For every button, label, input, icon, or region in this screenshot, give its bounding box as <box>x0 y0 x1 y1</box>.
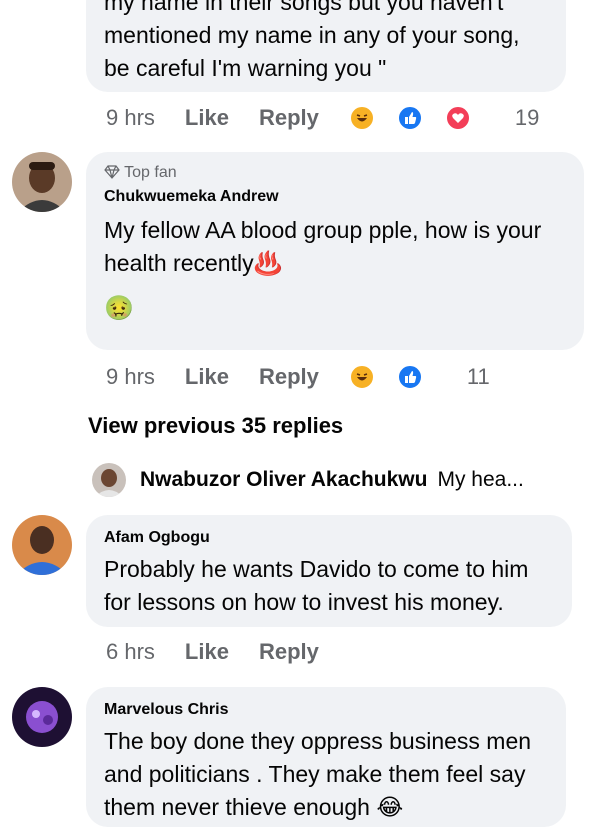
comment-text-line: for lessons on how to invest his money. <box>104 589 504 615</box>
reply-preview-author[interactable]: Nwabuzor Oliver Akachukwu <box>140 468 427 492</box>
comment-text-line: health recently♨️ <box>104 250 283 276</box>
comment-time: 9 hrs <box>106 364 155 389</box>
nauseated-emoji: 🤢 <box>104 295 134 322</box>
comment-bubble: Top fan Chukwuemeka Andrew My fellow AA … <box>86 152 584 350</box>
top-fan-badge: Top fan <box>104 162 566 186</box>
comment-bubble: Marvelous Chris The boy done they oppres… <box>86 687 566 827</box>
comment-actions: 6 hrs Like Reply <box>106 637 349 667</box>
comment-actions: 9 hrs Like Reply 19 <box>106 103 569 133</box>
like-icon <box>396 364 423 390</box>
comment-text-line: my name in their songs but you haven't <box>104 0 504 15</box>
comment-time: 6 hrs <box>106 639 155 664</box>
comment-text-line: My fellow AA blood group pple, how is yo… <box>104 217 542 243</box>
comment-bubble: Afam Ogbogu Probably he wants Davido to … <box>86 515 572 627</box>
comment-time: 9 hrs <box>106 105 155 130</box>
comment-text-line: mentioned my name in any of your song, <box>104 22 520 48</box>
avatar[interactable] <box>12 152 72 212</box>
view-previous-replies-link[interactable]: View previous 35 replies <box>88 413 343 439</box>
comment-text-line: be careful I'm warning you " <box>104 55 387 81</box>
avatar[interactable] <box>12 687 72 747</box>
avatar[interactable] <box>12 515 72 575</box>
comment-bubble: my name in their songs but you haven't m… <box>86 0 566 92</box>
like-button[interactable]: Like <box>185 105 229 131</box>
reply-button[interactable]: Reply <box>259 105 319 131</box>
reaction-count: 11 <box>466 364 490 389</box>
reaction-count: 19 <box>514 105 540 130</box>
reply-preview[interactable]: Nwabuzor Oliver Akachukwu My hea... <box>92 462 592 498</box>
love-icon <box>444 105 471 131</box>
diamond-icon <box>104 164 120 186</box>
comment-text-line: The boy done they oppress business men <box>104 728 532 754</box>
comment-text-line: and politicians . They make them feel sa… <box>104 761 526 787</box>
comment-text-line: Probably he wants Davido to come to him <box>104 556 529 582</box>
reactions-summary[interactable] <box>348 364 453 390</box>
haha-icon <box>348 105 375 131</box>
reply-button[interactable]: Reply <box>259 639 319 665</box>
like-icon <box>396 105 423 131</box>
comment-actions: 9 hrs Like Reply 11 <box>106 362 520 392</box>
comment-text-line: them never thieve enough 😂 <box>104 794 404 820</box>
badge-label: Top fan <box>124 164 177 181</box>
reply-preview-text: My hea... <box>437 468 524 491</box>
comment-author[interactable]: Afam Ogbogu <box>104 527 554 549</box>
like-button[interactable]: Like <box>185 639 229 665</box>
like-button[interactable]: Like <box>185 364 229 390</box>
avatar[interactable] <box>92 463 126 497</box>
comment-author[interactable]: Marvelous Chris <box>104 699 548 721</box>
reply-button[interactable]: Reply <box>259 364 319 390</box>
reactions-summary[interactable] <box>348 105 501 131</box>
haha-icon <box>348 364 375 390</box>
comment-author[interactable]: Chukwuemeka Andrew <box>104 186 566 208</box>
